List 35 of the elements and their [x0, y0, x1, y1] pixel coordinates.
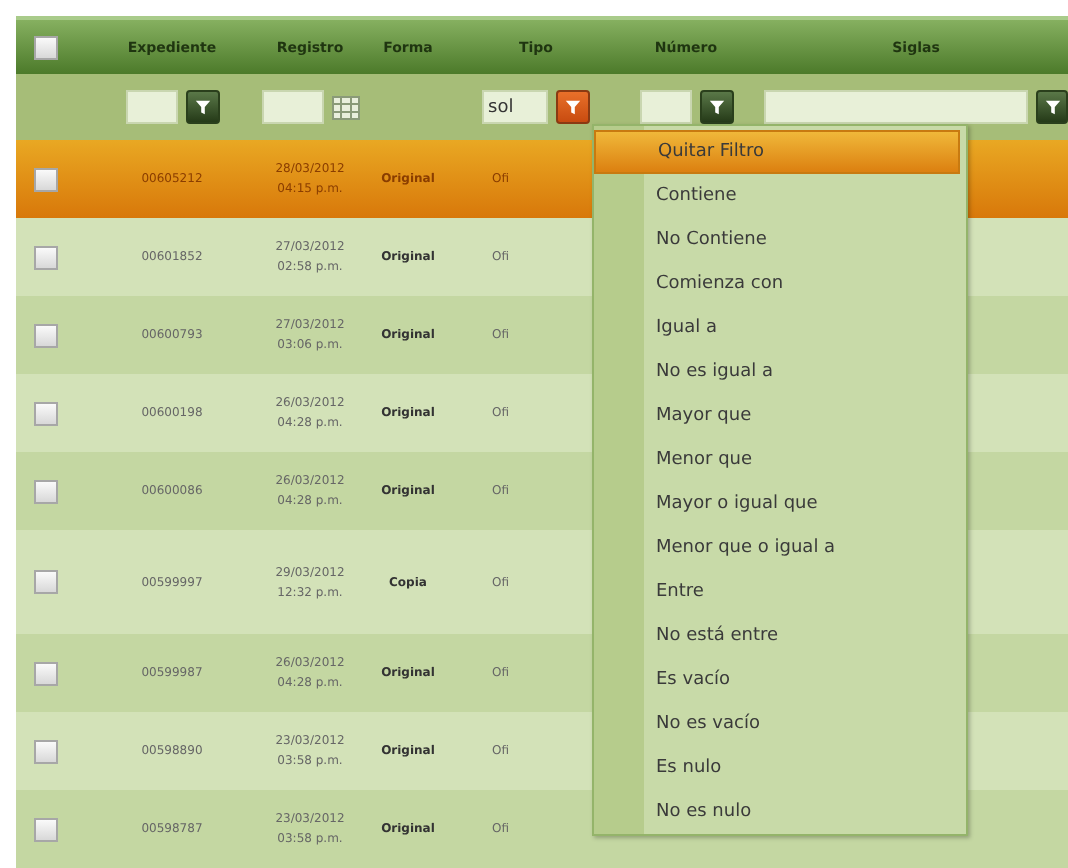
- menu-item[interactable]: Mayor o igual que: [644, 482, 960, 526]
- filter-button[interactable]: [699, 90, 733, 124]
- checkbox[interactable]: [34, 323, 58, 347]
- filter-field[interactable]: sol: [482, 90, 548, 124]
- checkbox[interactable]: [34, 35, 58, 59]
- menu-item[interactable]: No Contiene: [644, 218, 960, 262]
- menu-item[interactable]: Quitar Filtro: [594, 130, 960, 174]
- checkbox[interactable]: [34, 479, 58, 503]
- filter-button[interactable]: [556, 90, 590, 124]
- filter-field[interactable]: [125, 90, 177, 124]
- checkbox[interactable]: [34, 167, 58, 191]
- filter-icon: [564, 98, 582, 116]
- filter-field[interactable]: [639, 90, 691, 124]
- filter-button[interactable]: [185, 90, 219, 124]
- checkbox[interactable]: [34, 661, 58, 685]
- checkbox[interactable]: [34, 817, 58, 841]
- checkbox[interactable]: [34, 401, 58, 425]
- menu-item[interactable]: Entre: [644, 570, 960, 614]
- menu-item[interactable]: Igual a: [644, 306, 960, 350]
- checkbox[interactable]: [34, 570, 58, 594]
- checkbox[interactable]: [34, 245, 58, 269]
- filter-icon: [193, 98, 211, 116]
- filter-button[interactable]: [1036, 90, 1068, 124]
- menu-item[interactable]: Menor que o igual a: [644, 526, 960, 570]
- menu-item[interactable]: Es nulo: [644, 746, 960, 790]
- filter-field[interactable]: [764, 90, 1029, 124]
- menu-item[interactable]: No es nulo: [644, 790, 960, 834]
- menu-item[interactable]: Contiene: [644, 174, 960, 218]
- menu-item[interactable]: Mayor que: [644, 394, 960, 438]
- checkbox[interactable]: [34, 739, 58, 763]
- calendar-icon[interactable]: [331, 95, 359, 119]
- filter-field[interactable]: [261, 90, 323, 124]
- filter-icon: [707, 98, 725, 116]
- filter-icon: [1043, 98, 1062, 116]
- menu-item[interactable]: Es vacío: [644, 658, 960, 702]
